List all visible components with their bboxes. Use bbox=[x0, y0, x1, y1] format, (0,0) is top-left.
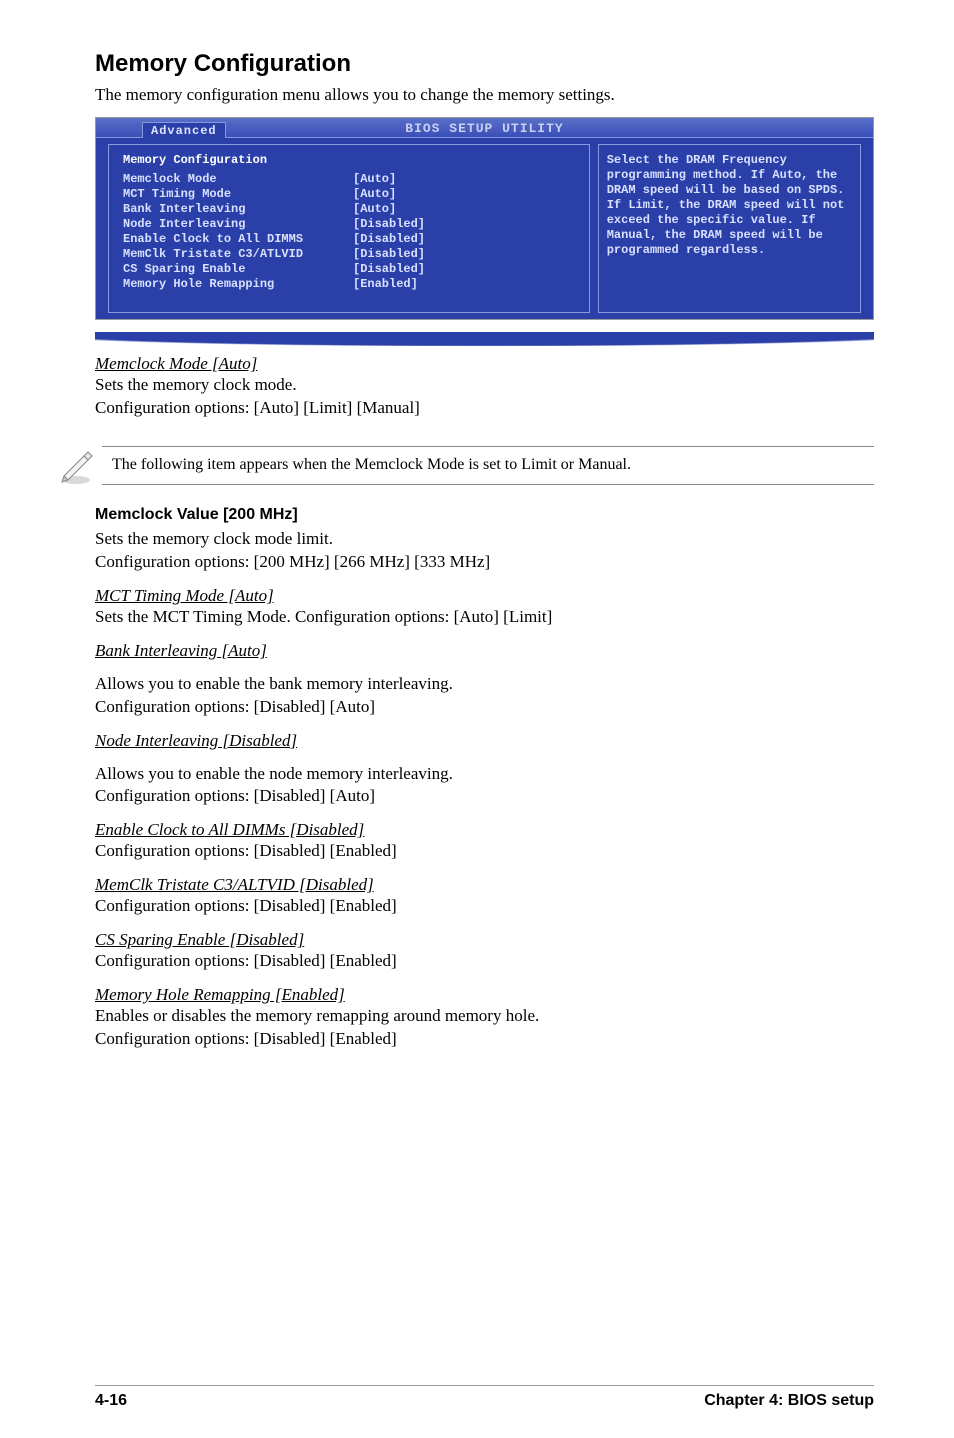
page-footer: 4-16 Chapter 4: BIOS setup bbox=[95, 1385, 874, 1410]
bios-row-label: Bank Interleaving bbox=[123, 202, 353, 217]
bios-row-label: Memory Hole Remapping bbox=[123, 277, 353, 292]
tristate-opts: Configuration options: [Disabled] [Enabl… bbox=[95, 895, 874, 918]
cs-sparing-heading: CS Sparing Enable [Disabled] bbox=[95, 930, 874, 950]
bios-header-title: BIOS SETUP UTILITY bbox=[405, 121, 563, 136]
bios-row: MemClk Tristate C3/ATLVID[Disabled] bbox=[123, 247, 577, 262]
bios-row-label: MCT Timing Mode bbox=[123, 187, 353, 202]
section-title: Memory Configuration bbox=[95, 50, 874, 78]
node-desc: Allows you to enable the node memory int… bbox=[95, 763, 874, 786]
bios-row-value: [Disabled] bbox=[353, 262, 425, 277]
bios-row-value: [Auto] bbox=[353, 187, 396, 202]
bios-help-panel: Select the DRAM Frequency programming me… bbox=[598, 144, 861, 313]
bios-main-title: Memory Configuration bbox=[123, 153, 577, 168]
pencil-note-icon bbox=[50, 444, 102, 488]
bios-row-label: Node Interleaving bbox=[123, 217, 353, 232]
note-callout: The following item appears when the Memc… bbox=[50, 434, 874, 496]
memory-hole-heading: Memory Hole Remapping [Enabled] bbox=[95, 985, 874, 1005]
bios-screenshot: BIOS SETUP UTILITY Advanced Memory Confi… bbox=[95, 117, 874, 320]
bios-row-label: Enable Clock to All DIMMS bbox=[123, 232, 353, 247]
enable-clock-opts: Configuration options: [Disabled] [Enabl… bbox=[95, 840, 874, 863]
memory-hole-desc: Enables or disables the memory remapping… bbox=[95, 1005, 874, 1028]
node-opts: Configuration options: [Disabled] [Auto] bbox=[95, 785, 874, 808]
bios-row: Node Interleaving[Disabled] bbox=[123, 217, 577, 232]
memclock-value-desc: Sets the memory clock mode limit. bbox=[95, 528, 874, 551]
memory-hole-opts: Configuration options: [Disabled] [Enabl… bbox=[95, 1028, 874, 1051]
bios-row-label: MemClk Tristate C3/ATLVID bbox=[123, 247, 353, 262]
bios-torn-edge bbox=[95, 332, 874, 346]
bios-row-label: Memclock Mode bbox=[123, 172, 353, 187]
bios-row-value: [Auto] bbox=[353, 202, 396, 217]
memclock-mode-desc: Sets the memory clock mode. bbox=[95, 374, 874, 397]
bios-row-value: [Disabled] bbox=[353, 217, 425, 232]
cs-sparing-opts: Configuration options: [Disabled] [Enabl… bbox=[95, 950, 874, 973]
bios-row: MCT Timing Mode[Auto] bbox=[123, 187, 577, 202]
memclock-value-opts: Configuration options: [200 MHz] [266 MH… bbox=[95, 551, 874, 574]
bank-heading: Bank Interleaving [Auto] bbox=[95, 641, 874, 661]
page-number: 4-16 bbox=[95, 1392, 127, 1410]
bios-main-panel: Memory Configuration Memclock Mode[Auto]… bbox=[108, 144, 590, 313]
mct-heading: MCT Timing Mode [Auto] bbox=[95, 586, 874, 606]
bank-opts: Configuration options: [Disabled] [Auto] bbox=[95, 696, 874, 719]
bios-body: Memory Configuration Memclock Mode[Auto]… bbox=[96, 138, 873, 319]
memclock-mode-heading: Memclock Mode [Auto] bbox=[95, 354, 874, 374]
bios-row-value: [Auto] bbox=[353, 172, 396, 187]
bios-header: BIOS SETUP UTILITY Advanced bbox=[96, 118, 873, 138]
bios-row: Memclock Mode[Auto] bbox=[123, 172, 577, 187]
chapter-label: Chapter 4: BIOS setup bbox=[704, 1392, 874, 1410]
enable-clock-heading: Enable Clock to All DIMMs [Disabled] bbox=[95, 820, 874, 840]
bios-row-value: [Disabled] bbox=[353, 232, 425, 247]
memclock-mode-opts: Configuration options: [Auto] [Limit] [M… bbox=[95, 397, 874, 420]
bios-row: Enable Clock to All DIMMS[Disabled] bbox=[123, 232, 577, 247]
bios-help-text: Select the DRAM Frequency programming me… bbox=[607, 153, 846, 258]
node-heading: Node Interleaving [Disabled] bbox=[95, 731, 874, 751]
bios-row-value: [Disabled] bbox=[353, 247, 425, 262]
bios-row-value: [Enabled] bbox=[353, 277, 418, 292]
bank-desc: Allows you to enable the bank memory int… bbox=[95, 673, 874, 696]
intro-text: The memory configuration menu allows you… bbox=[95, 84, 874, 107]
memclock-value-heading: Memclock Value [200 MHz] bbox=[95, 506, 874, 524]
note-text: The following item appears when the Memc… bbox=[102, 446, 874, 485]
tristate-heading: MemClk Tristate C3/ALTVID [Disabled] bbox=[95, 875, 874, 895]
bios-row: CS Sparing Enable[Disabled] bbox=[123, 262, 577, 277]
bios-row-label: CS Sparing Enable bbox=[123, 262, 353, 277]
bios-tab-advanced: Advanced bbox=[142, 122, 226, 138]
mct-desc: Sets the MCT Timing Mode. Configuration … bbox=[95, 606, 874, 629]
bios-row: Memory Hole Remapping[Enabled] bbox=[123, 277, 577, 292]
bios-row: Bank Interleaving[Auto] bbox=[123, 202, 577, 217]
